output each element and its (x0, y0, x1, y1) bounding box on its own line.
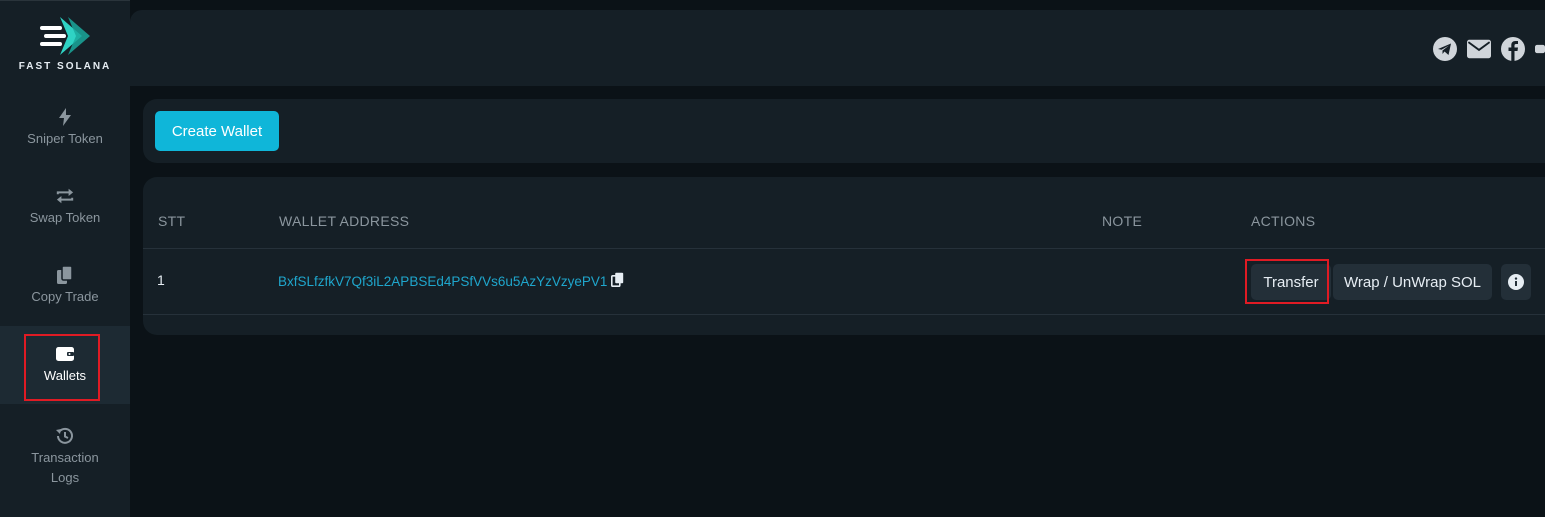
sidebar-item-label: Swap Token (29, 209, 101, 225)
sidebar-item-wallets[interactable]: Wallets (0, 326, 130, 404)
sidebar-item-label: Wallets (43, 367, 87, 383)
facebook-icon[interactable] (1501, 37, 1525, 61)
row-stt: 1 (157, 272, 165, 288)
column-header-note: NOTE (1102, 213, 1143, 229)
brand-logo[interactable]: FAST SOLANA (0, 11, 130, 81)
wallet-icon (56, 345, 74, 363)
fast-solana-logo-icon (40, 17, 90, 55)
wallet-actions-panel: Create Wallet (143, 99, 1545, 163)
swap-icon (56, 187, 74, 205)
header-divider (143, 248, 1545, 249)
wallet-address-text: BxfSLfzfkV7Qf3iL2APBSEd4PSfVVs6u5AzYzVzy… (278, 273, 608, 289)
create-wallet-button[interactable]: Create Wallet (155, 111, 279, 151)
column-header-actions: ACTIONS (1251, 213, 1316, 229)
transfer-button[interactable]: Transfer (1251, 264, 1331, 300)
social-links (1433, 37, 1545, 61)
sidebar-item-swap-token[interactable]: Swap Token (0, 168, 130, 246)
brand-name: FAST SOLANA (18, 61, 112, 72)
mail-icon[interactable] (1467, 37, 1491, 61)
sidebar: FAST SOLANA Sniper Token Swap Token Copy… (0, 0, 130, 517)
copy-address-icon[interactable] (611, 272, 624, 290)
column-header-wallet-address: WALLET ADDRESS (279, 213, 410, 229)
sidebar-item-label: Sniper Token (27, 130, 103, 146)
bolt-icon (56, 107, 74, 126)
row-divider (143, 314, 1545, 315)
sidebar-item-copy-trade[interactable]: Copy Trade (0, 247, 130, 325)
sidebar-item-label: Copy Trade (31, 288, 99, 304)
wallet-address-link[interactable]: BxfSLfzfkV7Qf3iL2APBSEd4PSfVVs6u5AzYzVzy… (278, 272, 624, 290)
column-header-stt: STT (158, 213, 186, 229)
sidebar-item-sniper-token[interactable]: Sniper Token (0, 89, 130, 167)
sidebar-item-label: Transaction Logs (31, 449, 99, 485)
wallets-table: STT WALLET ADDRESS NOTE ACTIONS 1 BxfSLf… (143, 177, 1545, 335)
wrap-unwrap-sol-button[interactable]: Wrap / UnWrap SOL (1333, 264, 1492, 300)
youtube-icon[interactable] (1535, 37, 1545, 61)
wallet-info-button[interactable] (1501, 264, 1531, 300)
sidebar-item-transaction-logs[interactable]: Transaction Logs (0, 416, 130, 498)
info-icon (1508, 274, 1524, 290)
copy-icon (56, 265, 74, 284)
telegram-icon[interactable] (1433, 37, 1457, 61)
history-icon (56, 427, 74, 445)
topbar (130, 10, 1545, 86)
